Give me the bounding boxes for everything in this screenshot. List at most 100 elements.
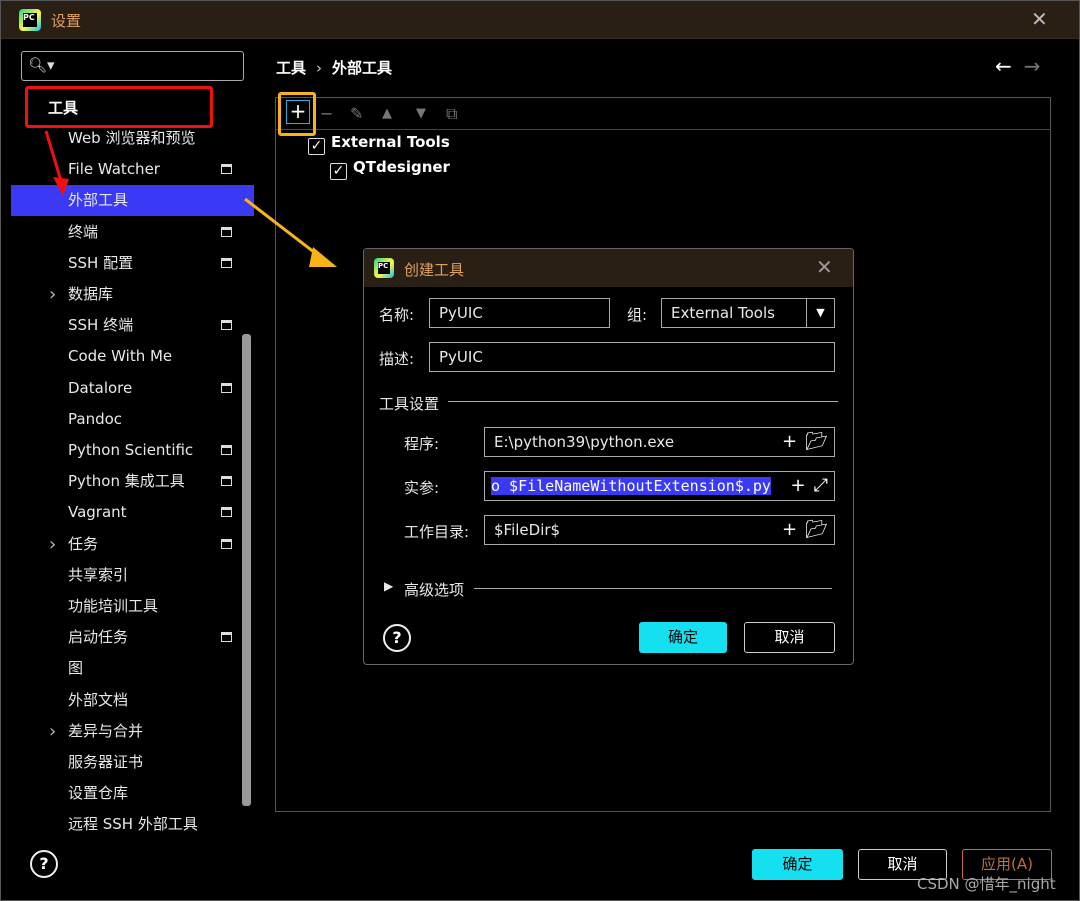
project-level-icon: [221, 382, 232, 393]
tools-toolbar: + − ✎ ▲ ▼ ⧉: [276, 92, 1050, 136]
sidebar-item[interactable]: 启动任务: [11, 622, 254, 653]
sidebar-item-label: 共享索引: [68, 565, 129, 584]
project-level-icon: [221, 445, 232, 455]
workdir-field[interactable]: $FileDir$ + 📂︎: [484, 515, 835, 545]
child-checkbox[interactable]: ✓: [330, 163, 347, 180]
search-input[interactable]: 🔍︎▾: [21, 51, 244, 81]
sidebar-item-tools[interactable]: 工具: [25, 86, 213, 128]
move-up-icon[interactable]: ▲: [382, 106, 392, 121]
back-arrow-icon[interactable]: ←: [995, 54, 1012, 78]
tree-group-row[interactable]: ✓ External Tools: [308, 133, 450, 155]
sidebar-item[interactable]: › 差异与合并: [11, 716, 254, 747]
insert-macro-icon[interactable]: +: [782, 519, 797, 540]
window-title: 设置: [51, 12, 82, 30]
sidebar-item-label: 功能培训工具: [68, 597, 159, 615]
settings-window: PC 设置 ✕ 🔍︎▾ 工具 Web 浏览器和预览 File Watcher 外部工…: [0, 0, 1080, 901]
chevron-right-icon[interactable]: ▶: [384, 579, 393, 593]
breadcrumb-current: 外部工具: [332, 59, 393, 77]
sidebar-item[interactable]: 设置仓库: [11, 778, 254, 809]
dialog-cancel-button[interactable]: 取消: [744, 622, 835, 653]
pycharm-logo-icon: PC: [19, 9, 41, 31]
sidebar-item[interactable]: › 任务: [11, 529, 254, 560]
program-field[interactable]: E:\python39\python.exe + 📂︎: [484, 427, 835, 457]
sidebar-item-label: SSH 终端: [68, 316, 134, 335]
workdir-label: 工作目录:: [404, 523, 470, 541]
breadcrumb-separator: ›: [316, 59, 323, 77]
dialog-title-bar: PC 创建工具 ✕: [364, 249, 853, 287]
sidebar-item-label: Web 浏览器和预览: [68, 129, 196, 147]
sidebar-item[interactable]: Python 集成工具: [11, 466, 254, 497]
sidebar-item[interactable]: Web 浏览器和预览: [11, 123, 254, 154]
workdir-value: $FileDir$: [494, 521, 561, 539]
sidebar-item[interactable]: 终端: [11, 217, 254, 248]
sidebar-item[interactable]: Vagrant: [11, 497, 254, 528]
sidebar-item-label: Pandoc: [68, 409, 123, 428]
sidebar-item[interactable]: Code With Me: [11, 341, 254, 372]
group-checkbox[interactable]: ✓: [308, 138, 325, 155]
sidebar-scrollbar[interactable]: [242, 334, 251, 806]
sidebar-item-label: 远程 SSH 外部工具: [68, 815, 198, 834]
sidebar-item[interactable]: SSH 终端: [11, 310, 254, 341]
name-field[interactable]: PyUIC: [429, 298, 610, 328]
sidebar-item[interactable]: SSH 配置: [11, 248, 254, 279]
close-icon[interactable]: ✕: [816, 255, 833, 279]
sidebar-item-label: 差异与合并: [68, 721, 144, 740]
sidebar-item[interactable]: 共享索引: [11, 560, 254, 591]
chevron-right-icon[interactable]: ›: [49, 716, 56, 747]
project-level-icon: [221, 538, 232, 549]
copy-icon[interactable]: ⧉: [446, 104, 457, 124]
breadcrumb: 工具 › 外部工具: [276, 57, 392, 78]
tool-settings-section: 工具设置: [379, 395, 440, 413]
advanced-divider: [474, 588, 832, 589]
add-icon[interactable]: +: [286, 100, 310, 124]
edit-icon[interactable]: ✎: [350, 104, 363, 123]
sidebar-item[interactable]: Datalore: [11, 373, 254, 404]
watermark: CSDN @惜年_night: [917, 875, 1056, 893]
help-icon[interactable]: ?: [30, 850, 58, 878]
remove-icon[interactable]: −: [320, 104, 333, 123]
sidebar-item-label: 任务: [68, 534, 99, 553]
sidebar-item[interactable]: 功能培训工具: [11, 591, 254, 622]
group-label: 组:: [627, 306, 648, 324]
tree-child-label: QTdesigner: [353, 158, 450, 176]
project-level-icon: [221, 632, 232, 643]
close-icon[interactable]: ✕: [1031, 7, 1048, 31]
title-bar: PC 设置 ✕: [1, 1, 1079, 39]
folder-icon[interactable]: 📂︎: [805, 519, 828, 540]
sidebar-item[interactable]: 外部文档: [11, 685, 254, 716]
chevron-right-icon[interactable]: ›: [49, 279, 56, 310]
chevron-down-icon[interactable]: ▼: [806, 299, 834, 327]
program-label: 程序:: [404, 435, 440, 453]
description-label: 描述:: [379, 350, 415, 368]
forward-arrow-icon[interactable]: →: [1024, 54, 1041, 78]
create-tool-dialog: PC 创建工具 ✕ 名称: PyUIC 组: External Tools ▼ …: [363, 248, 854, 665]
project-level-icon: [221, 226, 232, 237]
advanced-options-toggle[interactable]: 高级选项: [404, 579, 464, 600]
expand-icon[interactable]: ⤢: [814, 475, 828, 496]
chevron-right-icon[interactable]: ›: [49, 529, 56, 560]
history-nav: ← →: [995, 54, 1041, 78]
sidebar-item[interactable]: File Watcher: [11, 154, 254, 185]
insert-macro-icon[interactable]: +: [782, 431, 797, 452]
sidebar-item[interactable]: Pandoc: [11, 404, 254, 435]
sidebar-item-label: Vagrant: [68, 503, 127, 522]
dialog-ok-button[interactable]: 确定: [639, 622, 727, 653]
sidebar-item-label: SSH 配置: [68, 253, 134, 272]
sidebar-item[interactable]: › 数据库: [11, 279, 254, 310]
sidebar-item[interactable]: Python Scientific: [11, 435, 254, 466]
arguments-field[interactable]: o $FileNameWithoutExtension$.py + ⤢: [484, 471, 835, 501]
sidebar-item[interactable]: 外部工具: [11, 185, 254, 217]
breadcrumb-parent[interactable]: 工具: [276, 59, 306, 77]
sidebar-item[interactable]: 远程 SSH 外部工具: [11, 809, 254, 840]
sidebar-item[interactable]: 图: [11, 653, 254, 684]
help-icon[interactable]: ?: [383, 624, 411, 652]
description-field[interactable]: PyUIC: [429, 342, 835, 372]
sidebar-item[interactable]: 服务器证书: [11, 747, 254, 778]
folder-icon[interactable]: 📂︎: [805, 431, 828, 452]
insert-macro-icon[interactable]: +: [791, 475, 806, 496]
ok-button[interactable]: 确定: [752, 849, 843, 880]
group-select[interactable]: External Tools ▼: [661, 298, 835, 328]
move-down-icon[interactable]: ▼: [416, 106, 426, 121]
tree-child-row[interactable]: ✓ QTdesigner: [330, 158, 450, 180]
sidebar-item-label: Python Scientific: [68, 441, 194, 459]
